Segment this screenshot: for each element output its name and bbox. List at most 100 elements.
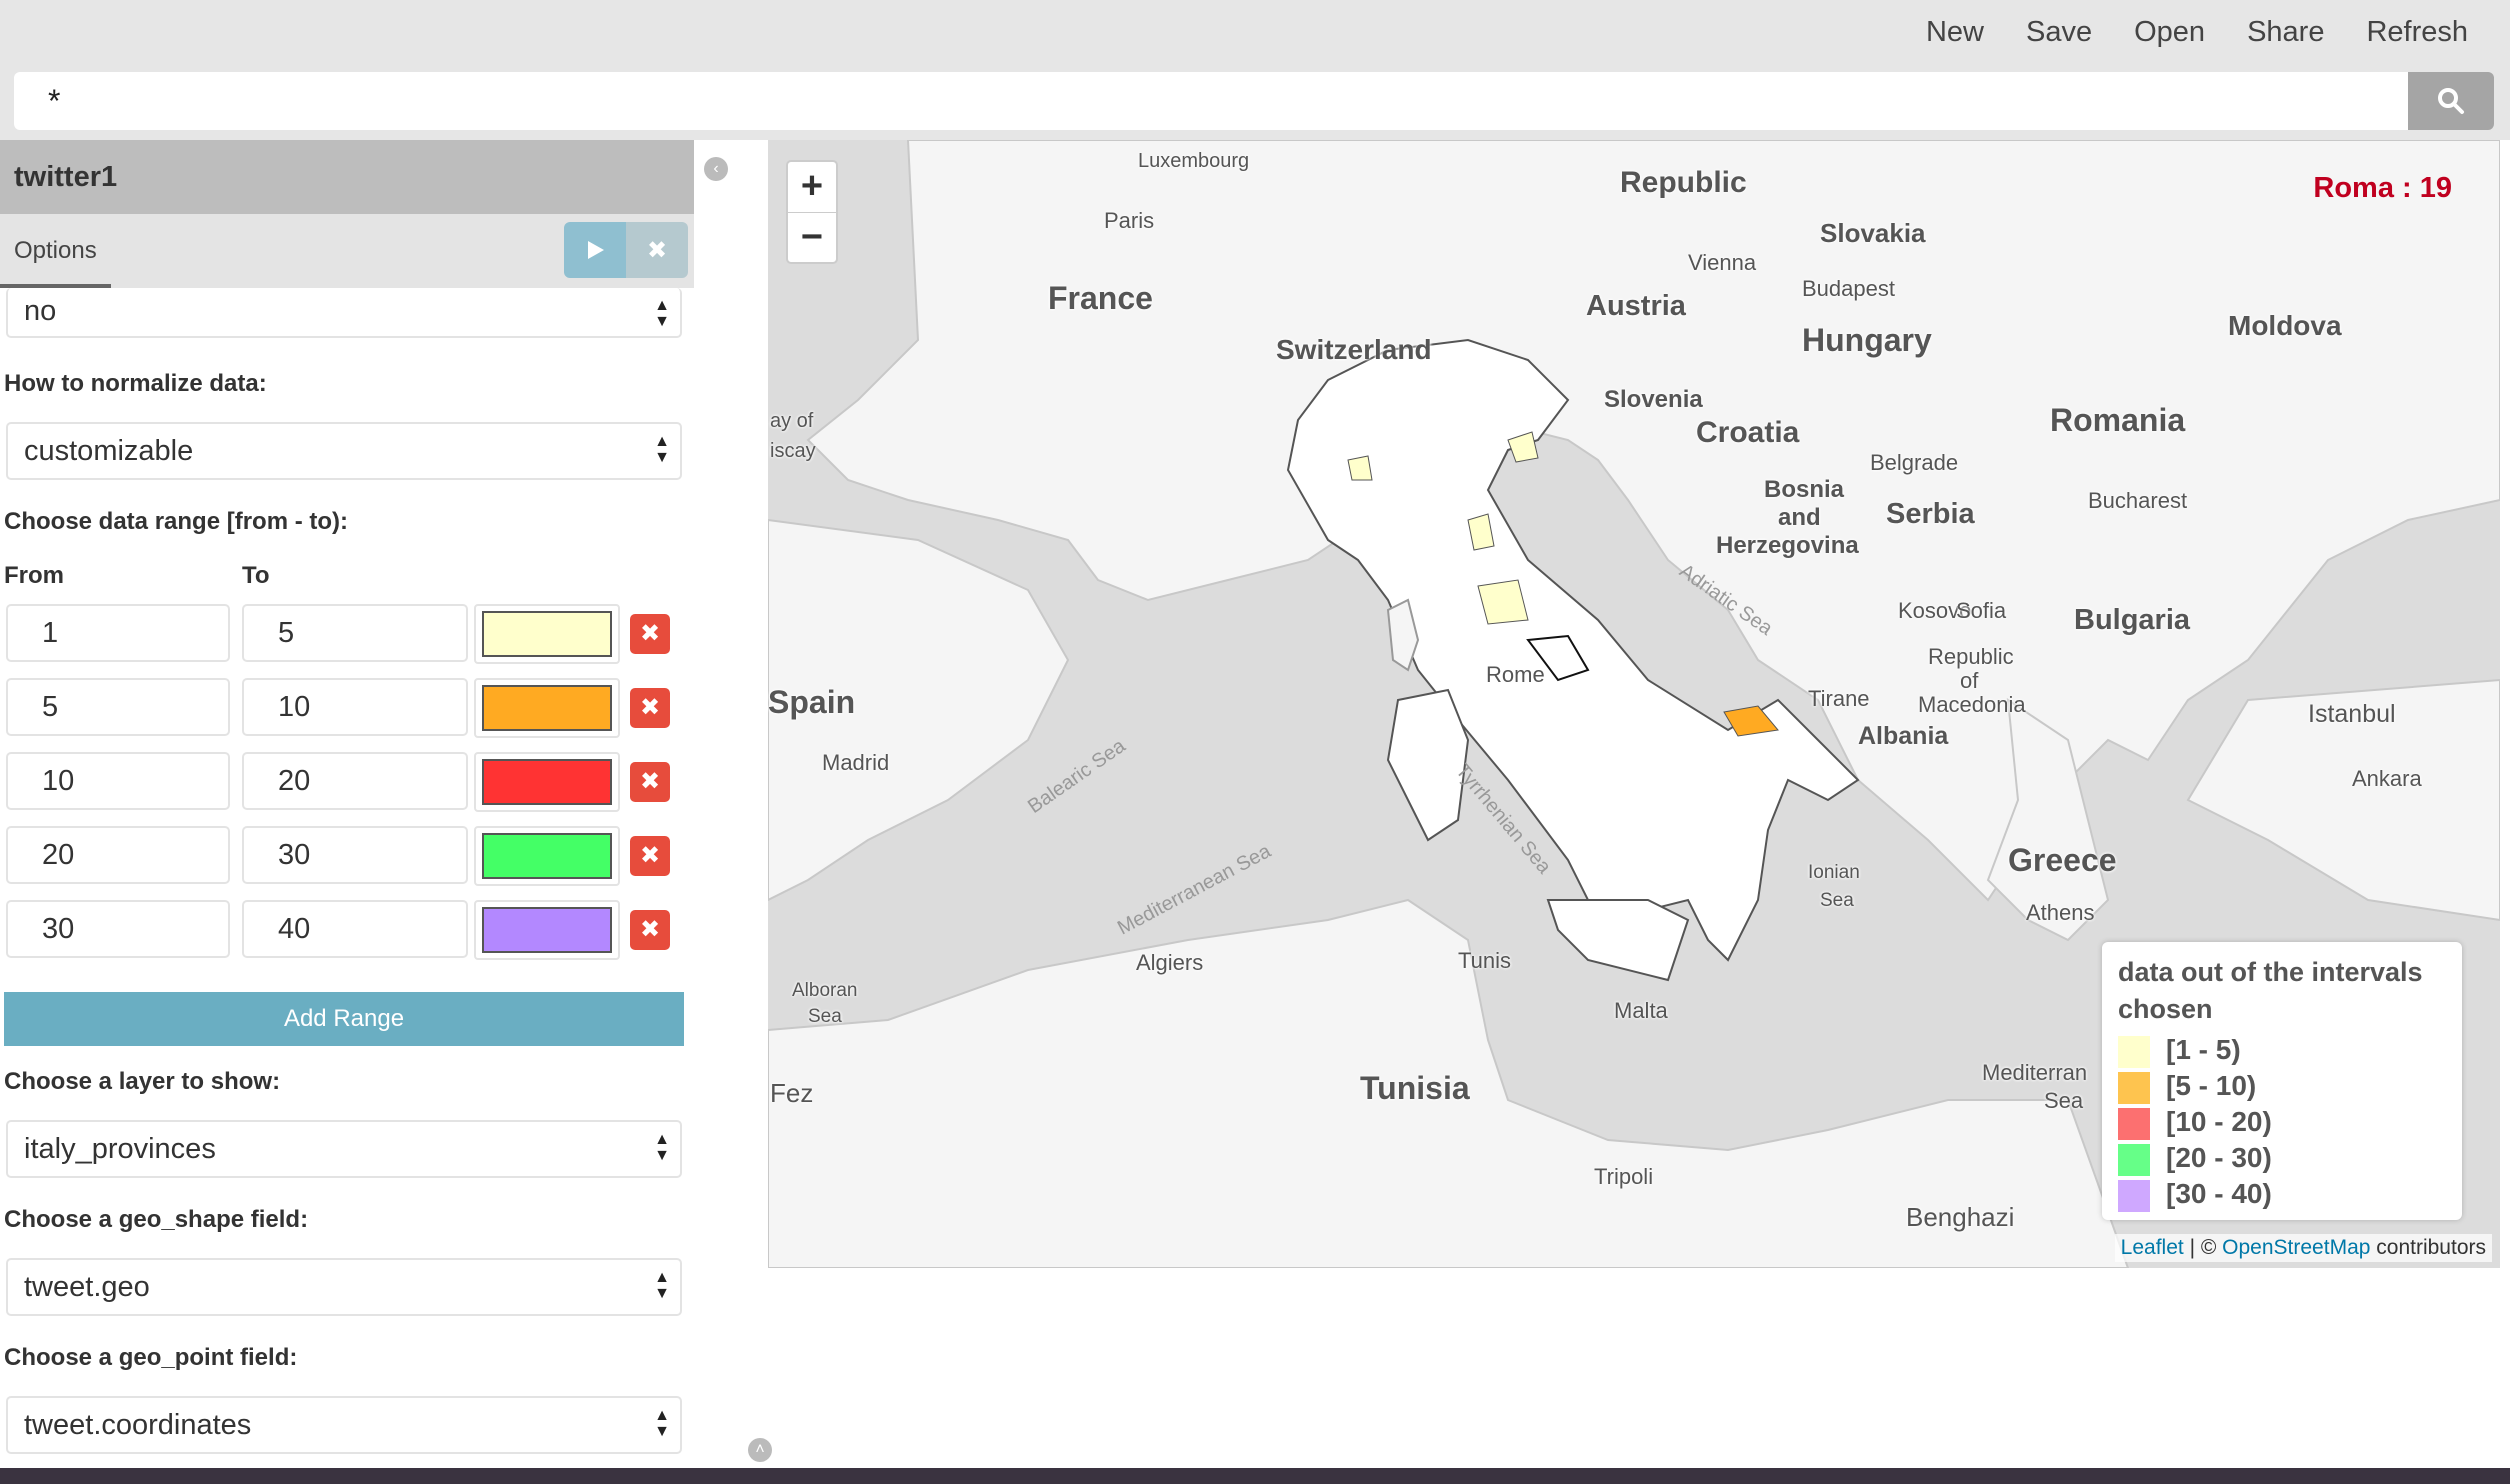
remove-range-button[interactable]: ✖ — [630, 688, 670, 728]
panel-tabs: Options ✖ — [0, 214, 694, 288]
map-legend: data out of the intervals chosen [1 - 5)… — [2102, 942, 2462, 1220]
geoshape-select[interactable]: tweet.geo ▲ ▼ — [6, 1258, 682, 1316]
layer-label: Choose a layer to show: — [4, 1068, 281, 1095]
map-place-label: Spain — [768, 684, 856, 720]
map-place-label: Vienna — [1688, 250, 1757, 275]
map-place-label: Switzerland — [1276, 334, 1432, 365]
leaflet-link[interactable]: Leaflet — [2121, 1236, 2184, 1259]
normalize-select[interactable]: customizable ▲ ▼ — [6, 422, 682, 480]
range-to-input[interactable]: 30 — [242, 826, 468, 884]
range-from-input[interactable]: 30 — [6, 900, 230, 958]
from-header: From — [4, 562, 64, 589]
map-view[interactable]: Luxembourg Republic Paris Slovakia Vienna Fra… — [768, 140, 2500, 1268]
top-nav: New Save Open Share Refresh — [1926, 0, 2510, 64]
save-button[interactable]: Save — [2026, 16, 2092, 49]
map-place-label: Rome — [1486, 662, 1545, 687]
collapse-up-icon[interactable]: ˄ — [748, 1438, 772, 1462]
map-place-label: Belgrade — [1870, 450, 1959, 475]
select-arrows-icon: ▲ ▼ — [654, 1269, 670, 1302]
range-color-swatch — [482, 833, 612, 879]
search-button[interactable] — [2408, 72, 2494, 130]
range-to-input[interactable]: 20 — [242, 752, 468, 810]
map-place-label: Croatia — [1696, 416, 1800, 449]
geopoint-select[interactable]: tweet.coordinates ▲ ▼ — [6, 1396, 682, 1454]
remove-range-button[interactable]: ✖ — [630, 910, 670, 950]
collapse-left-icon[interactable]: ‹ — [704, 157, 728, 181]
run-button[interactable] — [564, 222, 626, 278]
tab-options[interactable]: Options — [0, 214, 111, 288]
to-header: To — [242, 562, 270, 589]
map-place-label: Alboran — [792, 980, 858, 1001]
map-place-label: Ankara — [2352, 766, 2422, 791]
search-input[interactable]: * — [14, 72, 2408, 130]
map-place-label: Bosnia — [1764, 476, 1845, 503]
legend-label: [1 - 5) — [2166, 1034, 2241, 1065]
map-place-label: Hungary — [1802, 322, 1932, 358]
map-place-label: Austria — [1586, 290, 1686, 322]
legend-item: [30 - 40) — [2118, 1178, 2272, 1214]
range-from-input[interactable]: 1 — [6, 604, 230, 662]
search-icon — [2438, 88, 2464, 114]
attribution-text: contributors — [2370, 1236, 2486, 1259]
range-to-input[interactable]: 5 — [242, 604, 468, 662]
range-color-swatch — [482, 611, 612, 657]
remove-range-button[interactable]: ✖ — [630, 614, 670, 654]
map-place-label: Luxembourg — [1138, 150, 1250, 172]
legend-label: [30 - 40) — [2166, 1178, 2272, 1209]
map-attribution: Leaflet | © OpenStreetMap contributors — [2114, 1234, 2492, 1262]
open-button[interactable]: Open — [2134, 16, 2205, 49]
map-place-label: Istanbul — [2308, 700, 2396, 728]
map-place-label: and — [1778, 504, 1821, 531]
layer-select[interactable]: italy_provinces ▲ ▼ — [6, 1120, 682, 1178]
range-to-input[interactable]: 40 — [242, 900, 468, 958]
map-place-label: Slovenia — [1604, 386, 1703, 413]
map-place-label: Algiers — [1136, 950, 1204, 975]
select-arrows-icon: ▲ ▼ — [654, 433, 670, 466]
range-to-input[interactable]: 10 — [242, 678, 468, 736]
close-panel-button[interactable]: ✖ — [626, 222, 688, 278]
legend-item: [20 - 30) — [2118, 1142, 2272, 1178]
add-range-button[interactable]: Add Range — [4, 992, 684, 1046]
new-button[interactable]: New — [1926, 16, 1984, 49]
map-place-label: Benghazi — [1906, 1202, 2015, 1232]
map-place-label: Sea — [1820, 890, 1854, 911]
remove-range-button[interactable]: ✖ — [630, 762, 670, 802]
panel-title: twitter1 — [0, 140, 694, 214]
zoom-control: + − — [786, 160, 838, 264]
legend-swatch — [2118, 1035, 2150, 1068]
map-place-label: Sea — [808, 1006, 842, 1027]
legend-title: data out of the intervals chosen — [2118, 957, 2423, 1024]
map-place-label: Slovakia — [1820, 218, 1926, 248]
refresh-button[interactable]: Refresh — [2366, 16, 2468, 49]
osm-link[interactable]: OpenStreetMap — [2222, 1236, 2370, 1259]
select-arrows-icon: ▲ ▼ — [654, 1407, 670, 1440]
select-arrows-icon: ▲ ▼ — [654, 1131, 670, 1164]
normalize-label: How to normalize data: — [4, 370, 267, 397]
legend-label: [10 - 20) — [2166, 1106, 2272, 1137]
legend-item: [10 - 20) — [2118, 1106, 2272, 1142]
map-place-label: Albania — [1858, 722, 1949, 750]
geopoint-label: Choose a geo_point field: — [4, 1344, 298, 1371]
range-from-input[interactable]: 5 — [6, 678, 230, 736]
legend-swatch — [2118, 1107, 2150, 1140]
map-place-label: Macedonia — [1918, 692, 2026, 717]
map-place-label: Budapest — [1802, 276, 1895, 301]
share-button[interactable]: Share — [2247, 16, 2324, 49]
range-from-input[interactable]: 10 — [6, 752, 230, 810]
legend-swatch — [2118, 1071, 2150, 1104]
map-place-label: Romania — [2050, 402, 2186, 438]
zoom-out-button[interactable]: − — [788, 213, 836, 263]
zoom-in-button[interactable]: + — [788, 162, 836, 213]
top-bar: New Save Open Share Refresh * — [0, 0, 2510, 140]
map-place-label: Madrid — [822, 750, 890, 775]
map-place-label: Greece — [2008, 842, 2117, 878]
range-from-input[interactable]: 20 — [6, 826, 230, 884]
range-color-swatch — [482, 907, 612, 953]
map-place-label: Athens — [2026, 900, 2095, 925]
remove-range-button[interactable]: ✖ — [630, 836, 670, 876]
map-place-label: Sofia — [1956, 598, 2007, 623]
first-select[interactable]: no ▲ ▼ — [6, 288, 682, 338]
play-icon — [588, 241, 604, 259]
map-place-label: Tirane — [1808, 686, 1870, 711]
options-panel: twitter1 Options ✖ no ▲ ▼ How to normaliz… — [0, 140, 694, 1470]
